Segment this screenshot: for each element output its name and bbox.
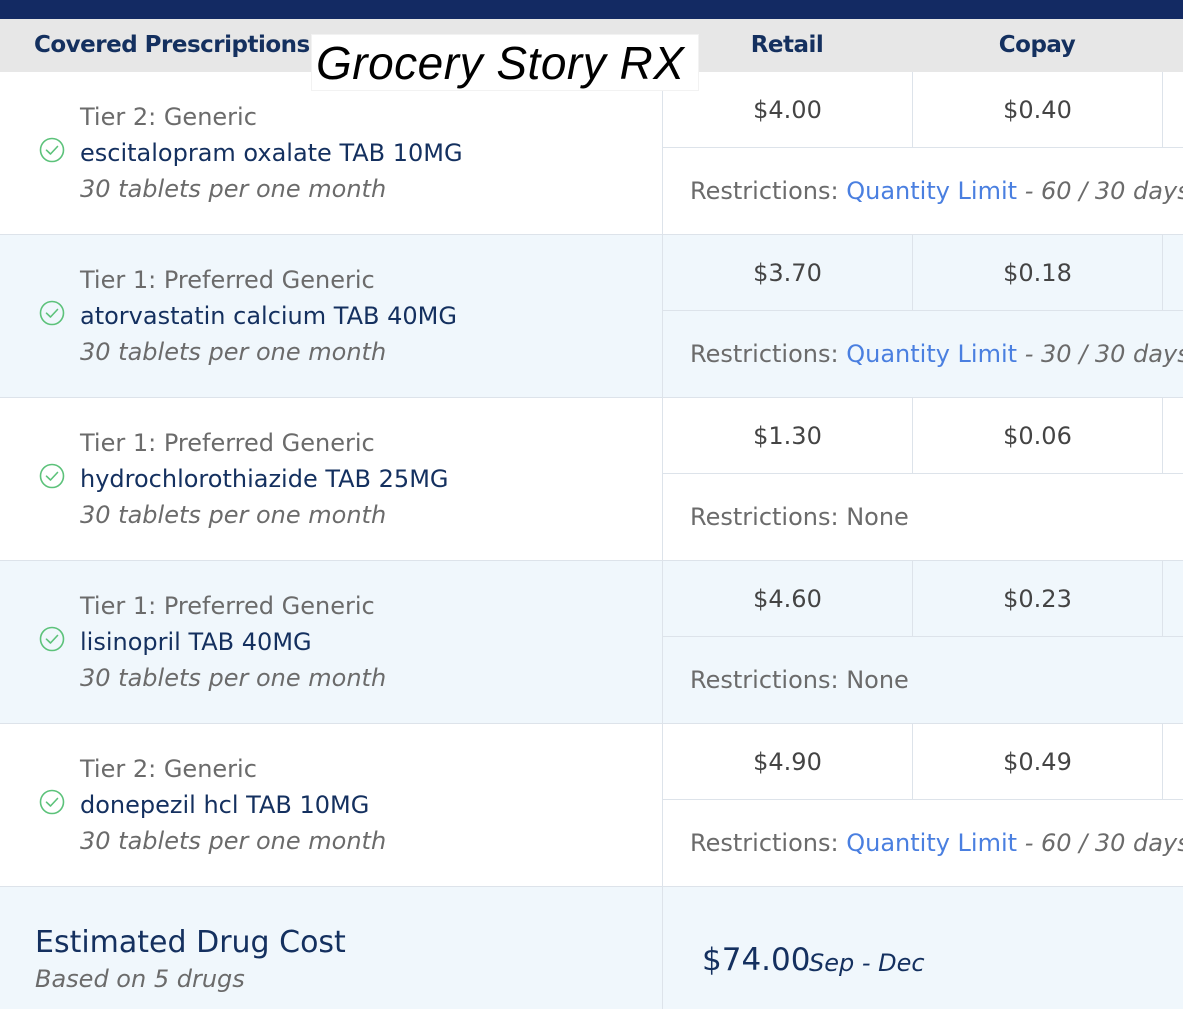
- copay-price: $0.49: [913, 724, 1163, 800]
- drug-name: escitalopram oxalate TAB 10MG: [80, 139, 463, 167]
- drug-info: Tier 1: Preferred Generic lisinopril TAB…: [0, 561, 662, 723]
- drug-tier: Tier 2: Generic: [80, 103, 257, 131]
- summary-label-area: Estimated Drug Cost Based on 5 drugs: [0, 887, 662, 1009]
- restriction-detail: - 60 / 30 days: [1024, 177, 1183, 205]
- pricing: $4.60 $0.23 Restrictions: None: [662, 561, 1183, 723]
- check-circle-icon: [39, 463, 65, 489]
- table-row: Tier 2: Generic escitalopram oxalate TAB…: [0, 72, 1183, 235]
- copay-price: $0.40: [913, 72, 1163, 148]
- check-circle-icon: [39, 626, 65, 652]
- header-copay: Copay: [998, 32, 1076, 58]
- drug-tier: Tier 1: Preferred Generic: [80, 592, 375, 620]
- price-spacer: [1163, 72, 1183, 148]
- pricing: $3.70 $0.18 Restrictions: Quantity Limit…: [662, 235, 1183, 397]
- drug-info: Tier 1: Preferred Generic hydrochlorothi…: [0, 398, 662, 560]
- estimated-cost-range: Sep - Dec: [809, 949, 925, 977]
- retail-price: $4.90: [663, 724, 913, 800]
- check-circle-icon: [39, 137, 65, 163]
- drug-tier: Tier 2: Generic: [80, 755, 257, 783]
- drug-name: donepezil hcl TAB 10MG: [80, 791, 370, 819]
- quantity-limit-link[interactable]: Quantity Limit: [846, 340, 1017, 368]
- drug-info: Tier 1: Preferred Generic atorvastatin c…: [0, 235, 662, 397]
- retail-price: $4.60: [663, 561, 913, 637]
- check-circle-icon: [39, 789, 65, 815]
- price-spacer: [1163, 398, 1183, 474]
- prescription-list: Tier 2: Generic escitalopram oxalate TAB…: [0, 72, 1183, 887]
- pharmacy-name-label: Grocery Story RX: [311, 34, 699, 91]
- drug-quantity: 30 tablets per one month: [80, 338, 387, 366]
- price-spacer: [1163, 235, 1183, 311]
- retail-price: $1.30: [663, 398, 913, 474]
- table-row: Tier 1: Preferred Generic atorvastatin c…: [0, 235, 1183, 398]
- restrictions-label: Restrictions: None: [690, 503, 909, 531]
- top-bar: [0, 0, 1183, 19]
- estimated-cost-subtitle: Based on 5 drugs: [35, 965, 245, 993]
- restrictions: Restrictions: Quantity Limit - 30 / 30 d…: [690, 311, 1183, 397]
- restrictions-label: Restrictions:: [690, 340, 839, 368]
- drug-name: lisinopril TAB 40MG: [80, 628, 312, 656]
- price-spacer: [1163, 724, 1183, 800]
- quantity-limit-link[interactable]: Quantity Limit: [846, 177, 1017, 205]
- drug-name: hydrochlorothiazide TAB 25MG: [80, 465, 449, 493]
- restrictions-label: Restrictions:: [690, 829, 839, 857]
- pricing: $1.30 $0.06 Restrictions: None: [662, 398, 1183, 560]
- table-row: Tier 1: Preferred Generic lisinopril TAB…: [0, 561, 1183, 724]
- table-row: Tier 1: Preferred Generic hydrochlorothi…: [0, 398, 1183, 561]
- drug-quantity: 30 tablets per one month: [80, 501, 387, 529]
- restrictions: Restrictions: Quantity Limit - 60 / 30 d…: [690, 148, 1183, 234]
- summary-value-area: $74.00 Sep - Dec: [662, 887, 1183, 1009]
- estimated-cost-amount: $74.00: [702, 942, 811, 978]
- copay-price: $0.18: [913, 235, 1163, 311]
- drug-info: Tier 2: Generic escitalopram oxalate TAB…: [0, 72, 662, 234]
- drug-name: atorvastatin calcium TAB 40MG: [80, 302, 457, 330]
- pricing: $4.00 $0.40 Restrictions: Quantity Limit…: [662, 72, 1183, 234]
- restrictions: Restrictions: None: [690, 637, 909, 723]
- drug-tier: Tier 1: Preferred Generic: [80, 266, 375, 294]
- drug-quantity: 30 tablets per one month: [80, 175, 387, 203]
- retail-price: $3.70: [663, 235, 913, 311]
- restrictions-label: Restrictions: None: [690, 666, 909, 694]
- table-row: Tier 2: Generic donepezil hcl TAB 10MG 3…: [0, 724, 1183, 887]
- copay-price: $0.06: [913, 398, 1163, 474]
- drug-quantity: 30 tablets per one month: [80, 827, 387, 855]
- restriction-detail: - 30 / 30 days: [1024, 340, 1183, 368]
- drug-info: Tier 2: Generic donepezil hcl TAB 10MG 3…: [0, 724, 662, 886]
- restrictions: Restrictions: None: [690, 474, 909, 560]
- copay-price: $0.23: [913, 561, 1163, 637]
- restrictions-label: Restrictions:: [690, 177, 839, 205]
- pricing: $4.90 $0.49 Restrictions: Quantity Limit…: [662, 724, 1183, 886]
- drug-tier: Tier 1: Preferred Generic: [80, 429, 375, 457]
- restriction-detail: - 60 / 30 days: [1024, 829, 1183, 857]
- estimated-cost-title: Estimated Drug Cost: [35, 925, 346, 960]
- restrictions: Restrictions: Quantity Limit - 60 / 30 d…: [690, 800, 1183, 886]
- header-retail: Retail: [750, 32, 824, 58]
- retail-price: $4.00: [663, 72, 913, 148]
- price-spacer: [1163, 561, 1183, 637]
- drug-quantity: 30 tablets per one month: [80, 664, 387, 692]
- quantity-limit-link[interactable]: Quantity Limit: [846, 829, 1017, 857]
- header-covered-prescriptions: Covered Prescriptions: [34, 32, 310, 58]
- check-circle-icon: [39, 300, 65, 326]
- estimated-cost-summary: Estimated Drug Cost Based on 5 drugs $74…: [0, 887, 1183, 1009]
